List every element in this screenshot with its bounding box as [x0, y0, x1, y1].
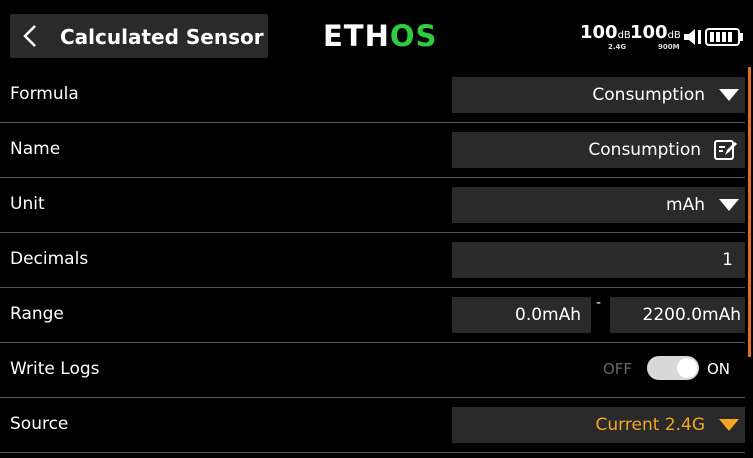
- rssi-2g4-value: 100: [580, 22, 618, 43]
- logo-text-left: ETH: [323, 19, 390, 53]
- toggle-on-label: ON: [707, 360, 731, 378]
- page-title: Calculated Sensor: [60, 25, 264, 49]
- row-decimals: Decimals 1: [0, 232, 745, 288]
- rssi-2g4-band: 2.4G: [608, 43, 627, 51]
- formula-dropdown[interactable]: Consumption: [452, 77, 745, 113]
- unit-dropdown[interactable]: mAh: [452, 187, 745, 223]
- source-value: Current 2.4G: [595, 415, 705, 435]
- chevron-down-icon: [719, 89, 739, 101]
- write-logs-toggle[interactable]: [647, 356, 699, 380]
- ethos-logo: ETHOS: [323, 20, 437, 52]
- rssi-900m: 100dB 900M: [630, 22, 681, 52]
- unit-value: mAh: [666, 195, 705, 215]
- toggle-off-label: OFF: [603, 360, 633, 378]
- row-unit: Unit mAh: [0, 177, 745, 233]
- decimals-label: Decimals: [10, 249, 89, 269]
- row-formula: Formula Consumption: [0, 67, 745, 123]
- toggle-knob: [677, 358, 697, 378]
- logo-text-right: OS: [389, 19, 438, 53]
- range-separator: -: [596, 295, 602, 311]
- formula-value: Consumption: [592, 85, 705, 105]
- battery-icon: [705, 28, 743, 46]
- row-source: Source Current 2.4G: [0, 397, 745, 453]
- rssi-900m-band: 900M: [658, 43, 680, 51]
- decimals-value: 1: [722, 250, 733, 270]
- scrollbar[interactable]: [748, 67, 751, 357]
- back-chevron-icon: [23, 25, 36, 47]
- range-min-field[interactable]: 0.0mAh: [452, 297, 591, 333]
- header-bar: Calculated Sensor ETHOS 100dB 2.4G 100dB…: [0, 0, 753, 67]
- name-label: Name: [10, 139, 61, 159]
- source-label: Source: [10, 414, 69, 434]
- rssi-900m-unit: dB: [667, 30, 681, 41]
- row-write-logs: Write Logs OFF ON: [0, 342, 745, 398]
- unit-label: Unit: [10, 194, 45, 214]
- back-button[interactable]: [10, 14, 50, 58]
- row-name: Name Consumption: [0, 122, 745, 178]
- rssi-900m-value: 100: [630, 22, 668, 43]
- source-dropdown[interactable]: Current 2.4G: [452, 407, 745, 443]
- row-range: Range 0.0mAh - 2200.0mAh: [0, 287, 745, 343]
- chevron-down-icon: [719, 199, 739, 211]
- name-value: Consumption: [588, 140, 701, 160]
- edit-icon: [714, 140, 737, 160]
- write-logs-toggle-group: OFF ON: [603, 354, 743, 384]
- range-min-value: 0.0mAh: [515, 305, 581, 325]
- range-max-field[interactable]: 2200.0mAh: [610, 297, 745, 333]
- range-label: Range: [10, 304, 64, 324]
- write-logs-label: Write Logs: [10, 359, 100, 379]
- decimals-field[interactable]: 1: [452, 242, 745, 278]
- name-field[interactable]: Consumption: [452, 132, 745, 168]
- rssi-2g4: 100dB 2.4G: [580, 22, 631, 52]
- formula-label: Formula: [10, 84, 79, 104]
- chevron-down-icon: [719, 419, 739, 431]
- audio-icon[interactable]: [682, 26, 704, 48]
- rssi-2g4-unit: dB: [617, 30, 631, 41]
- range-max-value: 2200.0mAh: [642, 305, 741, 325]
